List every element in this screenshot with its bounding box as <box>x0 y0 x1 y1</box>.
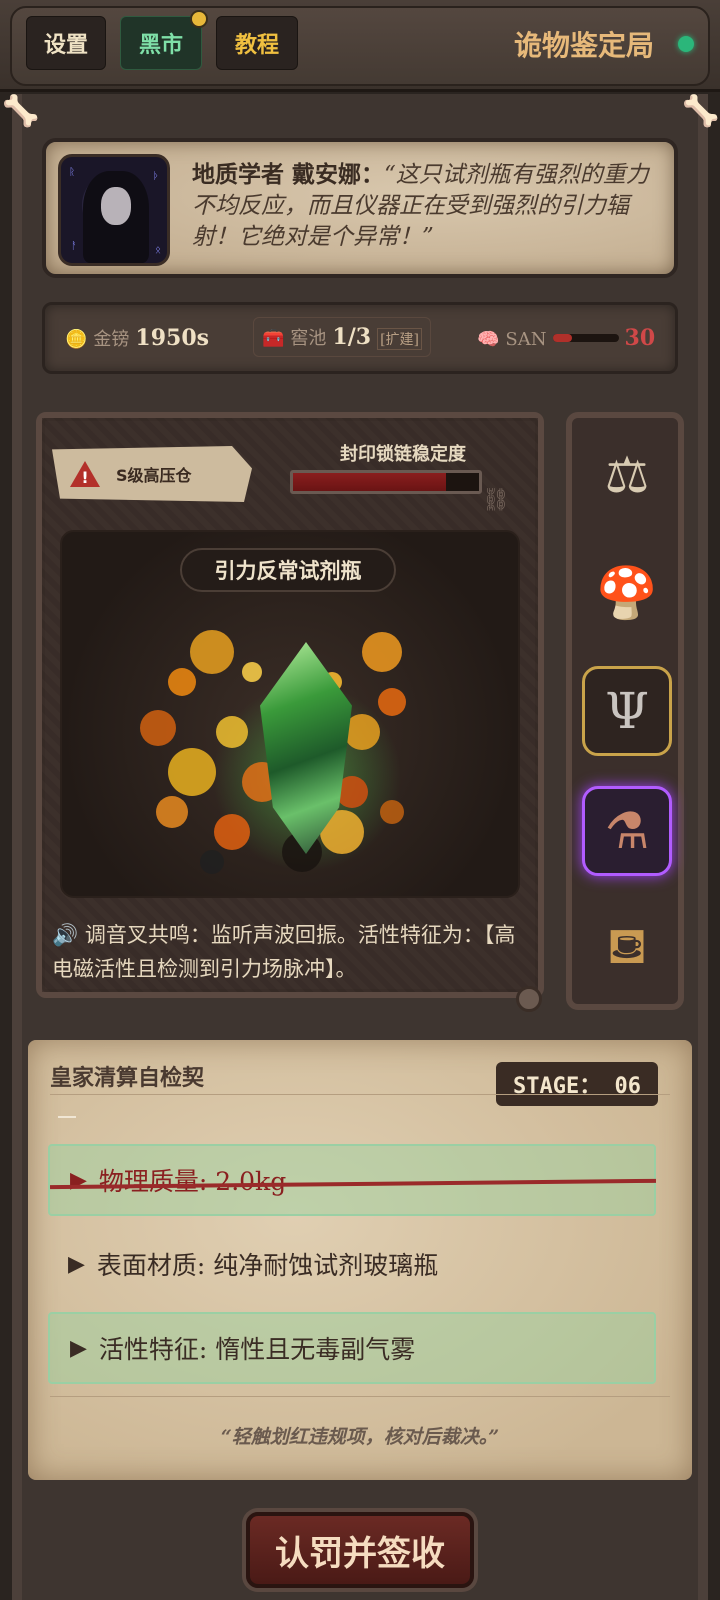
tutorial-button[interactable]: 教程 <box>216 16 298 70</box>
speaker-name: 地质学者 戴安娜： <box>192 162 385 188</box>
clause-physical-mass[interactable]: ▶ 物理质量: 2.0kg <box>48 1144 657 1216</box>
coin-stack-icon: 🪙 <box>65 329 88 350</box>
accept-penalty-sign-button[interactable]: 认罚并签收 <box>246 1512 474 1588</box>
chain-stability-fill <box>293 473 446 491</box>
contract-title: 皇家清算自检契 <box>50 1066 205 1091</box>
tuning-fork-tool[interactable]: Ψ <box>582 666 672 756</box>
hazard-level-tag: ! S级高压仓 <box>52 446 252 502</box>
artifact-name-badge: 引力反常试剂瓶 <box>180 548 396 592</box>
clause-surface-material[interactable]: ▶ 表面材质: 纯净耐蚀试剂玻璃瓶 <box>48 1228 656 1300</box>
settings-button[interactable]: 设置 <box>26 16 106 70</box>
tool-rail: ⚖ 🍄 Ψ ⚗ ⛾ <box>566 412 684 1010</box>
tool-readout: 🔊 调音叉共鸣：监听声波回振。活性特征为：【高电磁活性且检测到引力场脉冲】。 <box>52 918 522 986</box>
energy-particle <box>156 796 188 828</box>
energy-particle <box>380 800 404 824</box>
sanity-meter: 🧠 SAN 30 <box>477 325 655 351</box>
contract-hint: “轻触划红违规项，核对后裁决。” <box>220 1426 500 1448</box>
scale-skull-icon: ⚖ <box>604 446 650 504</box>
chain-stability-label: 封印锁链稳定度 <box>340 444 466 465</box>
san-label: SAN <box>505 329 547 350</box>
rune-icon: ᚨ <box>71 241 77 252</box>
artifact-viewport[interactable]: 引力反常试剂瓶 <box>60 530 520 898</box>
containment-chamber: ! S级高压仓 封印锁链稳定度 ⛓ 引力反常试剂瓶 🔊 调音叉共鸣：监听声波回振… <box>36 412 544 1012</box>
brass-kettle-tool[interactable]: ⛾ <box>582 904 672 994</box>
self-check-contract: 皇家清算自检契 STAGE： 06 ▶ 物理质量: 2.0kg ▶ 表面材质: … <box>28 1040 692 1480</box>
dialogue-box: ᚱ ᚦ ᚨ ᛟ 地质学者 戴安娜：“这只试剂瓶有强烈的重力不均反应，而且仪器正在… <box>42 138 678 278</box>
mushroom-lantern-tool[interactable]: 🍄 <box>582 548 672 638</box>
speaker-portrait: ᚱ ᚦ ᚨ ᛟ <box>58 154 170 266</box>
rune-icon: ᛟ <box>155 245 161 256</box>
portrait-face <box>101 187 131 225</box>
san-bar-fill <box>552 334 573 342</box>
energy-particle <box>168 668 196 696</box>
brain-icon: 🧠 <box>477 329 500 350</box>
gold-label: 金镑 <box>93 329 130 350</box>
energy-particle <box>214 814 250 850</box>
hazard-level-label: S级高压仓 <box>116 466 192 485</box>
speaker-sound-icon: 🔊 <box>52 923 79 947</box>
app-title: 诡物鉴定局 <box>513 29 654 62</box>
energy-particle <box>242 662 262 682</box>
vault-label: 窖池 <box>290 328 327 349</box>
energy-particle <box>140 710 176 746</box>
contract-dash <box>58 1116 76 1118</box>
bone-ornament-icon: 🦴 <box>682 94 720 129</box>
chest-icon: 🧰 <box>262 328 285 349</box>
vault-expand-link[interactable]: [扩建] <box>377 328 423 350</box>
bone-ornament-icon: 🦴 <box>2 94 40 129</box>
scale-skull-tool[interactable]: ⚖ <box>582 430 672 520</box>
clause-text: 表面材质: 纯净耐蚀试剂玻璃瓶 <box>96 1251 439 1280</box>
clause-arrow-icon: ▶ <box>70 1335 87 1361</box>
chain-icon: ⛓ <box>482 488 510 513</box>
rivet-icon <box>516 986 542 1012</box>
energy-particle <box>168 748 216 796</box>
san-bar <box>552 334 619 342</box>
dialogue-text: 地质学者 戴安娜：“这只试剂瓶有强烈的重力不均反应，而且仪器正在受到强烈的引力辐… <box>192 160 670 253</box>
connection-status-dot <box>678 36 694 52</box>
chain-stability-meter <box>290 470 482 494</box>
resource-bar: 🪙 金镑 1950s 🧰 窖池 1/3 [扩建] 🧠 SAN 30 <box>42 302 678 374</box>
mushroom-lantern-icon: 🍄 <box>595 563 659 622</box>
gold-value: 1950s <box>135 325 210 351</box>
energy-particle <box>216 716 248 748</box>
clause-arrow-icon: ▶ <box>68 1251 85 1277</box>
stage-badge: STAGE： 06 <box>496 1062 658 1106</box>
vault-value: 1/3 <box>332 324 372 350</box>
warning-triangle-icon: ! <box>70 461 100 487</box>
clause-activity-trait[interactable]: ▶ 活性特征: 惰性且无毒副气雾 <box>48 1312 656 1384</box>
rune-icon: ᚦ <box>153 171 159 182</box>
clause-text: 物理质量: 2.0kg <box>98 1167 287 1196</box>
potion-bottles-tool[interactable]: ⚗ <box>582 786 672 876</box>
rune-icon: ᚱ <box>69 167 75 178</box>
energy-particle <box>190 630 234 674</box>
contract-divider <box>50 1396 670 1397</box>
san-value: 30 <box>624 325 656 351</box>
potion-bottles-icon: ⚗ <box>604 802 650 860</box>
market-notification-dot <box>190 10 208 28</box>
vault-counter[interactable]: 🧰 窖池 1/3 [扩建] <box>253 317 432 357</box>
clause-text: 活性特征: 惰性且无毒副气雾 <box>98 1335 416 1364</box>
brass-kettle-icon: ⛾ <box>606 916 648 975</box>
tuning-fork-icon: Ψ <box>605 682 649 740</box>
gold-counter: 🪙 金镑 1950s <box>65 325 209 351</box>
energy-particle <box>362 632 402 672</box>
energy-particle <box>200 850 224 874</box>
black-market-button[interactable]: 黑市 <box>120 16 202 70</box>
energy-particle <box>378 688 406 716</box>
tool-readout-text: 调音叉共鸣：监听声波回振。活性特征为：【高电磁活性且检测到引力场脉冲】。 <box>52 923 516 981</box>
contract-divider <box>50 1094 670 1095</box>
top-bar: 设置 黑市 教程 诡物鉴定局 <box>0 0 720 92</box>
